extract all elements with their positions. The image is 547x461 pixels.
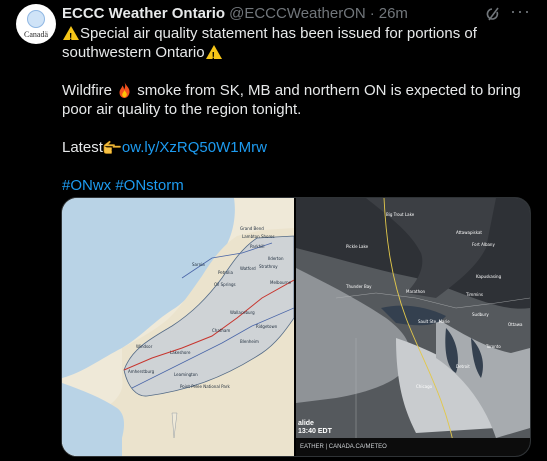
pointing-hand-icon [103, 140, 121, 154]
grok-icon[interactable] [484, 5, 504, 23]
svg-text:Grand Bend: Grand Bend [240, 226, 264, 231]
svg-text:Lambton Shores: Lambton Shores [242, 234, 275, 239]
svg-text:Wallaceburg: Wallaceburg [230, 310, 255, 315]
header-separator: · [369, 4, 375, 22]
svg-text:Pickle Lake: Pickle Lake [346, 244, 369, 249]
svg-text:Big Trout Lake: Big Trout Lake [386, 212, 415, 217]
wildfire-word: Wildfire [62, 82, 113, 99]
region-map-svg: Grand Bend Lambton Shores Parkhill Sarni… [62, 198, 295, 456]
svg-text:Blenheim: Blenheim [240, 339, 259, 344]
svg-text:Timmins: Timmins [465, 292, 483, 297]
svg-text:Amherstburg: Amherstburg [128, 369, 155, 374]
more-icon[interactable]: ··· [510, 2, 530, 24]
svg-text:Parkhill: Parkhill [250, 244, 265, 249]
svg-text:Melbourne: Melbourne [270, 280, 292, 285]
tweet-line1: Special air quality statement has been i… [80, 25, 477, 42]
svg-text:Chicago: Chicago [416, 384, 433, 389]
warning-icon [205, 45, 222, 66]
svg-text:Fort Albany: Fort Albany [472, 242, 495, 247]
svg-text:Ottawa: Ottawa [508, 322, 523, 327]
svg-text:Sarnia: Sarnia [192, 262, 205, 267]
svg-text:Ilderton: Ilderton [268, 256, 284, 261]
tweet-card[interactable]: Canadä ECCC Weather Ontario @ECCCWeather… [0, 0, 547, 461]
tweet-header: ECCC Weather Ontario @ECCCWeatherON · 26… [62, 4, 408, 22]
svg-text:Marathon: Marathon [406, 289, 426, 294]
satellite-footer: EATHER | CANADA.CA/METEO [296, 438, 530, 456]
svg-text:Watford: Watford [240, 266, 256, 271]
tweet-line2: southwestern Ontario [62, 44, 205, 61]
svg-text:Chatham: Chatham [212, 328, 230, 333]
avatar-sun-icon [27, 9, 45, 28]
region-map-image[interactable]: Grand Bend Lambton Shores Parkhill Sarni… [62, 198, 295, 456]
timestamp[interactable]: 26m [379, 5, 408, 22]
media-grid[interactable]: Grand Bend Lambton Shores Parkhill Sarni… [61, 197, 531, 457]
svg-text:Kapuskasing: Kapuskasing [476, 274, 502, 279]
svg-text:Oil Springs: Oil Springs [214, 282, 236, 287]
svg-text:Sudbury: Sudbury [472, 312, 489, 317]
svg-text:Thunder Bay: Thunder Bay [345, 284, 372, 289]
avatar-brand-text: Canadä [24, 29, 48, 39]
svg-text:Leamington: Leamington [174, 372, 198, 377]
latest-label: Latest [62, 139, 103, 156]
satellite-caption-line2: 13:40 EDT [298, 428, 332, 435]
svg-text:Detroit: Detroit [456, 364, 470, 369]
svg-text:Point Pelee National Park: Point Pelee National Park [180, 384, 231, 389]
svg-text:Petrolia: Petrolia [218, 270, 234, 275]
svg-text:Windsor: Windsor [136, 344, 153, 349]
svg-text:Sault Ste. Marie: Sault Ste. Marie [418, 319, 450, 324]
svg-text:Toronto: Toronto [485, 344, 501, 349]
svg-text:Lakeshore: Lakeshore [170, 350, 191, 355]
satellite-caption-line1: alide [298, 420, 314, 427]
svg-text:Attawapiskat: Attawapiskat [456, 230, 482, 235]
warning-icon [63, 26, 79, 47]
hashtags[interactable]: #ONwx #ONstorm [62, 177, 184, 194]
svg-text:Ridgetown: Ridgetown [256, 324, 278, 329]
tweet-link[interactable]: ow.ly/XzRQ50W1Mrw [122, 139, 267, 156]
user-handle[interactable]: @ECCCWeatherON [229, 5, 366, 22]
avatar[interactable]: Canadä [16, 4, 56, 44]
satellite-svg: Big Trout Lake Attawapiskat Pickle Lake … [296, 198, 530, 456]
satellite-image[interactable]: Big Trout Lake Attawapiskat Pickle Lake … [296, 198, 530, 456]
fire-icon [119, 82, 130, 98]
satellite-caption: alide 13:40 EDT [296, 420, 332, 436]
svg-text:Strathroy: Strathroy [259, 264, 278, 269]
tweet-text: Special air quality statement has been i… [62, 24, 532, 195]
display-name[interactable]: ECCC Weather Ontario [62, 5, 225, 22]
